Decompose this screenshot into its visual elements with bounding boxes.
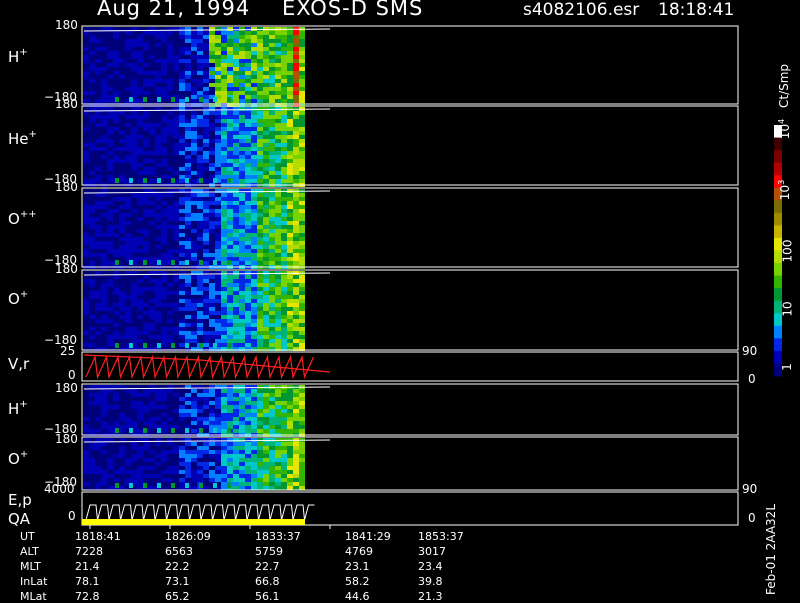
colorbar-swatch [774,350,782,364]
ytick-p7-max: 4000 [44,482,75,496]
ephemeris-cell: 44.6 [345,590,370,603]
panel-label-h-plus-2: H+ [8,399,28,418]
ytick-p1-max: 180 [55,97,78,111]
colorbar-unit: Ct/Smp [777,63,791,108]
colorbar-tick-10000: 104 [777,118,793,140]
ephemeris-cell: 66.8 [255,575,280,588]
ytick-p5-max: 180 [55,381,78,395]
panel-label-vr: V,r [8,355,30,373]
colorbar-tick-1: 1 [779,363,794,371]
ephemeris-cell: 22.2 [165,560,190,573]
ephemeris-cell: 5759 [255,545,283,558]
panel-label-o-plus-2: O+ [8,449,29,468]
colorbar-swatch [774,150,782,164]
colorbar-swatch [774,325,782,339]
ephemeris-row-label: InLat [20,575,48,588]
ephemeris-cell: 78.1 [75,575,100,588]
ephemeris-cell: 65.2 [165,590,190,603]
panel-label-o-plus: O+ [8,289,29,308]
ephemeris-cell: 4769 [345,545,373,558]
ephemeris-cell: 6563 [165,545,193,558]
ephemeris-row-label: ALT [20,545,39,558]
ephemeris-cell: 58.2 [345,575,370,588]
ephemeris-cell: 1826:09 [165,530,211,543]
ephemeris-cell: 7228 [75,545,103,558]
rtick-p7-max: 90 [742,482,758,496]
qa-bar [82,519,305,525]
panel-label-ep: E,p [8,491,32,509]
panel-label-o-plusplus: O++ [8,209,37,228]
ephemeris-cell: 1833:37 [255,530,301,543]
rtick-p4-max: 90 [742,344,758,358]
colorbar-swatch [774,137,782,151]
rtick-p4-min: 0 [748,372,756,386]
ephemeris-cell: 39.8 [418,575,443,588]
ytick-p2-max: 180 [55,180,78,194]
ephemeris-cell: 3017 [418,545,446,558]
ephemeris-cell: 72.8 [75,590,100,603]
colorbar-swatch [774,162,782,176]
colorbar-swatch [774,225,782,239]
ephemeris-cell: 1853:37 [418,530,464,543]
ephemeris-cell: 56.1 [255,590,280,603]
spectrogram-panel-2 [83,189,305,269]
panel-label-he-plus: He+ [8,129,37,148]
ephemeris-cell: 73.1 [165,575,190,588]
colorbar-swatch [774,275,782,289]
footer-stamp: Feb-01 2AA32L [764,503,778,595]
spectrogram-panel-0 [83,27,305,107]
rtick-p7-min: 0 [748,511,756,525]
ephemeris-cell: 22.7 [255,560,280,573]
panel-label-qa: QA [8,510,31,528]
ytick-p7-min: 0 [68,509,76,523]
colorbar-swatch [774,212,782,226]
panel-label-h-plus: H+ [8,47,28,66]
colorbar-swatch [774,338,782,352]
ytick-p0-max: 180 [55,18,78,32]
spectrogram-panel-3 [83,271,305,351]
ephemeris-cell: 23.1 [345,560,370,573]
colorbar-swatch [774,288,782,302]
colorbar-swatch [774,200,782,214]
ytick-p4-max: 25 [60,344,76,358]
spectrogram-panel-6 [83,438,305,490]
ephemeris-cell: 1818:41 [75,530,121,543]
ytick-p4-min: 0 [68,368,76,382]
ephemeris-cell: 23.4 [418,560,443,573]
colorbar-tick-1000: 103 [777,179,793,201]
colorbar-swatch [774,263,782,277]
ephemeris-row-label: UT [20,530,35,543]
colorbar-tick-10: 10 [780,301,795,317]
spectrogram-panel-1 [83,107,305,187]
ephemeris-cell: 1841:29 [345,530,391,543]
ephemeris-cell: 21.3 [418,590,443,603]
colorbar-tick-100: 100 [780,239,795,263]
ytick-p6-max: 180 [55,432,78,446]
ephemeris-row-label: MLat [20,590,47,603]
ephemeris-row-label: MLT [20,560,41,573]
spectrogram-plot [81,25,782,529]
panel-frame-4 [81,351,739,382]
ytick-p3-max: 180 [55,262,78,276]
ephemeris-cell: 21.4 [75,560,100,573]
energy-trace [85,504,315,521]
